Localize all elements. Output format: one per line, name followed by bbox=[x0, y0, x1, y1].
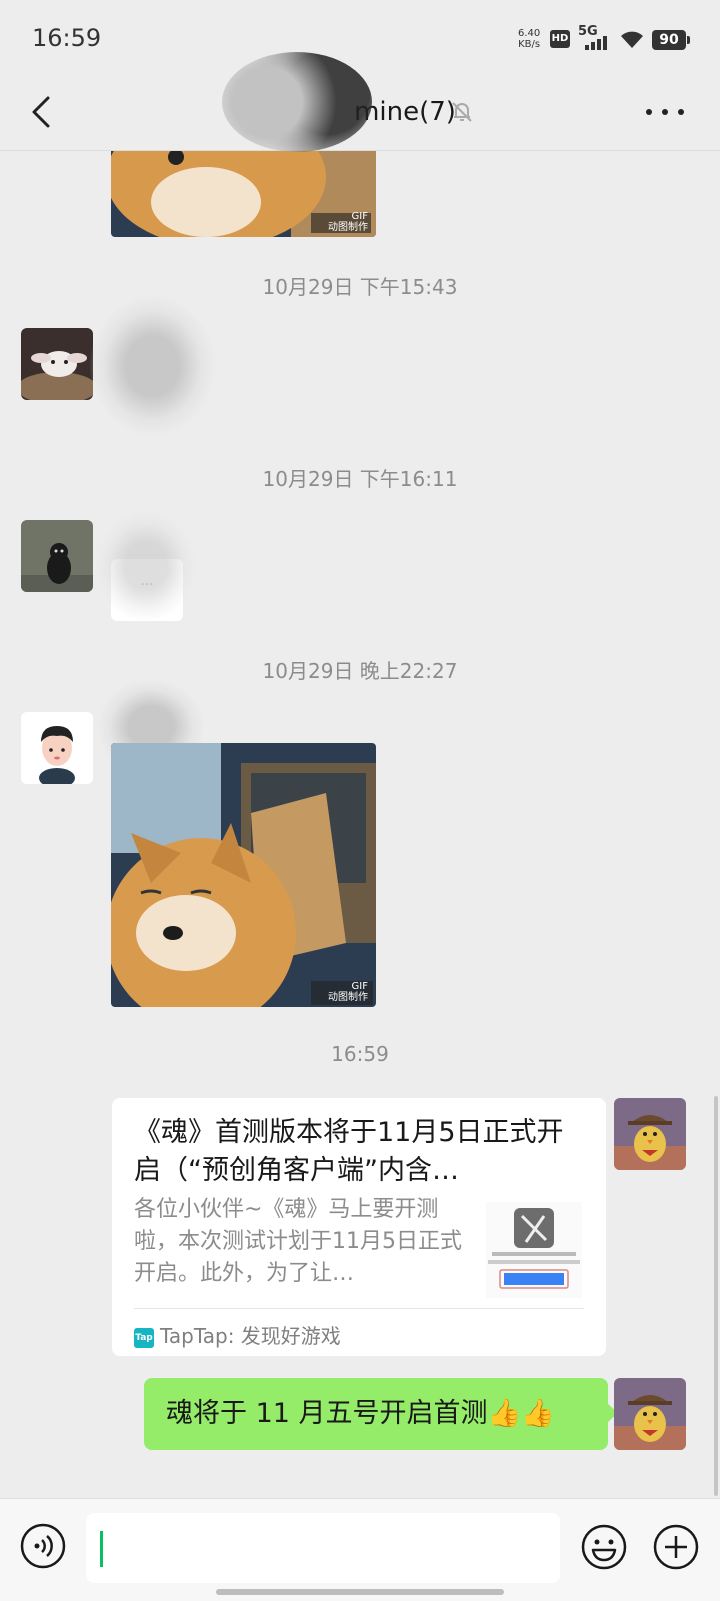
status-time: 16:59 bbox=[32, 24, 102, 52]
redacted-message bbox=[96, 511, 196, 621]
more-dots-icon[interactable] bbox=[640, 98, 690, 126]
emoji-icon[interactable] bbox=[580, 1523, 628, 1571]
chat-messages: GIF动图制作 10月29日 下午15:43 10月29日 下午16:11 ··… bbox=[0, 151, 720, 1498]
avatar-cartoon-man[interactable] bbox=[21, 712, 93, 784]
hd-icon: HD bbox=[550, 30, 570, 48]
link-card-title: 《魂》首测版本将于11月5日正式开启（“预创角客户端”内含… bbox=[134, 1117, 564, 1186]
redacted-message bbox=[90, 296, 215, 436]
avatar-cat[interactable] bbox=[21, 520, 93, 592]
home-indicator[interactable] bbox=[216, 1589, 504, 1595]
bell-muted-icon bbox=[452, 102, 472, 122]
network-speed-value: 6.40 bbox=[518, 28, 541, 39]
taptap-icon: Tap bbox=[134, 1327, 154, 1348]
link-card-message[interactable]: 《魂》首测版本将于11月5日正式开启（“预创角客户端”内含… 各位小伙伴~《魂》… bbox=[112, 1098, 606, 1356]
text-caret bbox=[100, 1531, 103, 1567]
chat-header: mine(7) bbox=[0, 52, 720, 152]
avatar-goat[interactable] bbox=[21, 328, 93, 400]
sticker-caption: GIF 动图制作 bbox=[328, 211, 368, 233]
sticker-message[interactable]: GIF 动图制作 bbox=[111, 151, 376, 237]
link-card-source-label: TapTap: 发现好游戏 bbox=[160, 1324, 341, 1348]
network-speed-unit: KB/s bbox=[518, 39, 541, 50]
input-bar bbox=[0, 1498, 720, 1601]
chevron-left-icon[interactable] bbox=[24, 92, 64, 132]
timestamp: 10月29日 下午16:11 bbox=[262, 467, 458, 491]
link-card-source: Tap TapTap: 发现好游戏 bbox=[134, 1320, 341, 1349]
timestamp: 16:59 bbox=[331, 1042, 389, 1066]
sticker-message[interactable]: GIF 动图制作 bbox=[111, 743, 376, 1007]
voice-icon[interactable] bbox=[20, 1523, 66, 1569]
avatar-me-chick[interactable] bbox=[614, 1378, 686, 1450]
timestamp: 10月29日 晚上22:27 bbox=[262, 659, 458, 683]
signal-icon bbox=[585, 36, 613, 50]
plus-icon[interactable] bbox=[652, 1523, 700, 1571]
scrollbar[interactable] bbox=[714, 1096, 718, 1496]
network-speed: 6.40 KB/s bbox=[518, 28, 540, 50]
link-card-thumbnail bbox=[486, 1202, 582, 1298]
shiba-sticker-image bbox=[111, 743, 376, 1007]
redacted-scribble bbox=[222, 52, 372, 152]
my-text-bubble[interactable]: 魂将于 11 月五号开启首测👍👍 bbox=[144, 1378, 618, 1450]
divider bbox=[134, 1308, 584, 1309]
timestamp: 10月29日 下午15:43 bbox=[262, 275, 458, 299]
link-card-description: 各位小伙伴~《魂》马上要开测啦，本次测试计划于11月5日正式开启。此外，为了让… bbox=[134, 1197, 462, 1286]
wifi-icon bbox=[621, 31, 643, 48]
message-text: 魂将于 11 月五号开启首测👍👍 bbox=[166, 1398, 555, 1429]
sticker-caption: GIF 动图制作 bbox=[328, 981, 368, 1003]
message-input[interactable] bbox=[86, 1513, 560, 1583]
battery-icon: 90 bbox=[652, 30, 690, 50]
avatar-me-chick[interactable] bbox=[614, 1098, 686, 1170]
status-bar: 16:59 6.40 KB/s HD 5G 90 bbox=[0, 0, 720, 80]
